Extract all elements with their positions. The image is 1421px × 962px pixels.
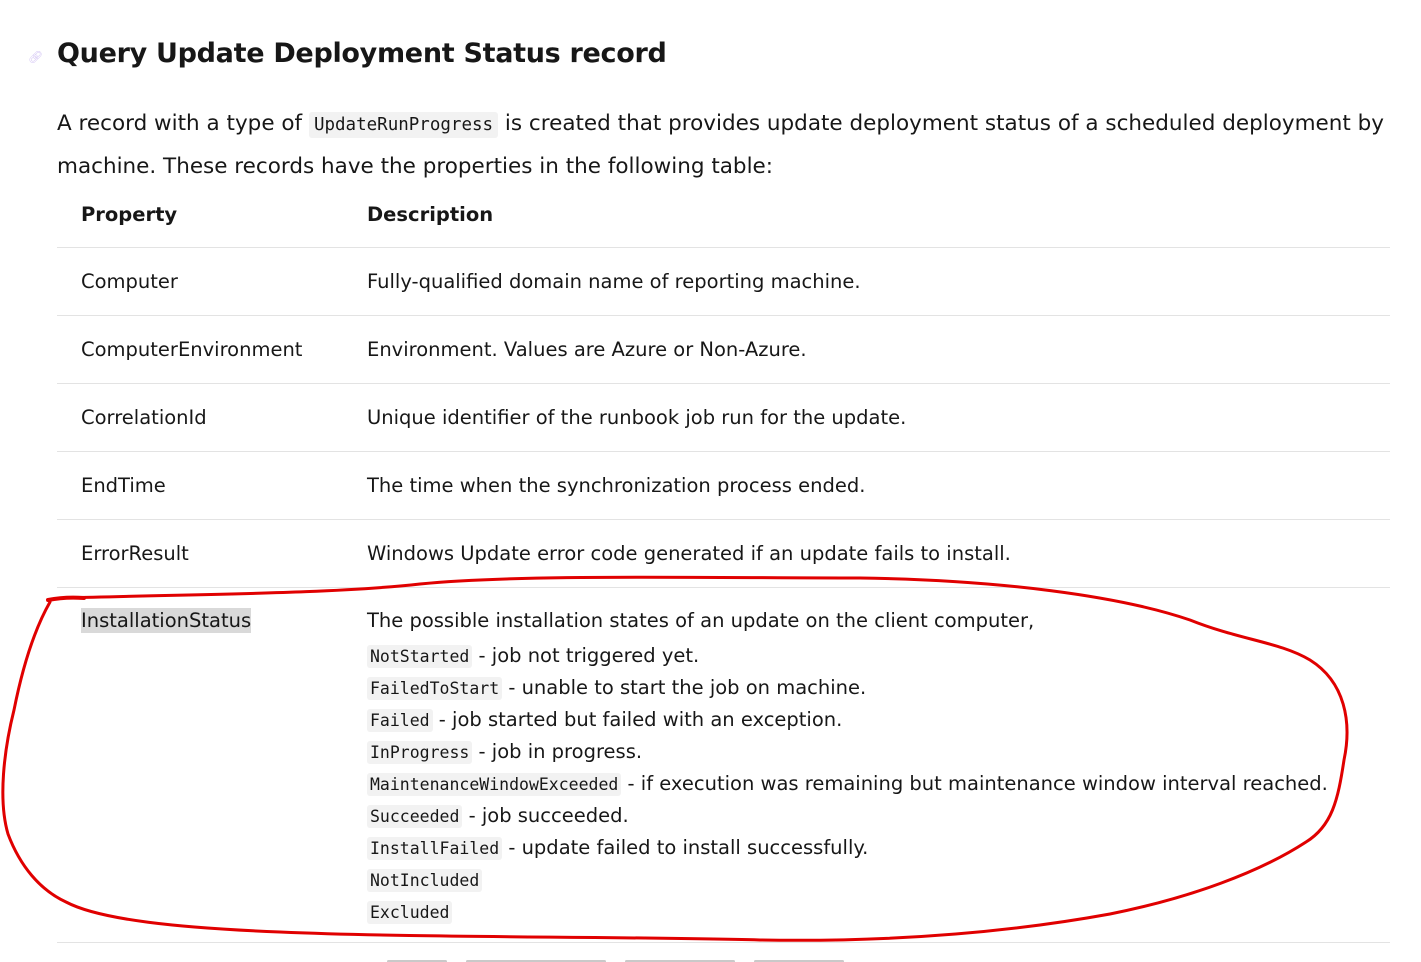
state-item: InstallFailed - update failed to install… [367, 832, 1390, 864]
state-text: - job succeeded. [462, 804, 629, 827]
state-text: - job in progress. [472, 740, 643, 763]
header-description: Description [343, 181, 1390, 248]
row-property: ErrorResult [57, 519, 343, 588]
table-row: Computer Fully-qualified domain name of … [57, 247, 1390, 316]
state-code: Excluded [367, 901, 453, 924]
table-row-installation-status: InstallationStatus The possible installa… [57, 587, 1390, 943]
table-row: ErrorResult Windows Update error code ge… [57, 519, 1390, 588]
state-code: Succeeded [367, 805, 463, 828]
row-description: Unique identifier of the runbook job run… [343, 383, 1390, 452]
state-item: MaintenanceWindowExceeded - if execution… [367, 768, 1390, 800]
state-item: FailedToStart - unable to start the job … [367, 672, 1390, 704]
state-text: - unable to start the job on machine. [502, 676, 867, 699]
states-lead: The possible installation states of an u… [367, 609, 1035, 632]
state-item: NotIncluded [367, 864, 1390, 896]
next-row-cutoff [367, 948, 1067, 962]
state-text: - if execution was remaining but mainten… [621, 772, 1328, 795]
row-property: CorrelationId [57, 383, 343, 452]
header-property: Property [57, 181, 343, 248]
state-code: FailedToStart [367, 677, 503, 700]
intro-prefix: A record with a type of [57, 111, 309, 136]
state-code: NotIncluded [367, 869, 483, 892]
state-code: NotStarted [367, 645, 473, 668]
row-description-states: The possible installation states of an u… [343, 587, 1390, 943]
state-code: Failed [367, 709, 433, 732]
row-description: Environment. Values are Azure or Non-Azu… [343, 315, 1390, 384]
state-text: - job started but failed with an excepti… [432, 708, 843, 731]
intro-code: UpdateRunProgress [308, 112, 499, 138]
properties-table: Property Description Computer Fully-qual… [57, 181, 1390, 943]
row-description: Windows Update error code generated if a… [343, 519, 1390, 588]
link-anchor-icon[interactable]: 🔗︎ [28, 50, 43, 64]
state-code: MaintenanceWindowExceeded [367, 773, 622, 796]
state-code: InProgress [367, 741, 473, 764]
row-property: EndTime [57, 451, 343, 520]
state-code: InstallFailed [367, 837, 503, 860]
docs-page: 🔗︎ Query Update Deployment Status record… [0, 0, 1421, 962]
row-property: InstallationStatus [57, 587, 343, 943]
row-property: Computer [57, 247, 343, 316]
table-header-row: Property Description [57, 181, 1390, 248]
state-text: - job not triggered yet. [472, 644, 700, 667]
section-title: Query Update Deployment Status record [57, 38, 667, 69]
table-row: EndTime The time when the synchronizatio… [57, 451, 1390, 520]
state-item: Excluded [367, 896, 1390, 928]
row-property: ComputerEnvironment [57, 315, 343, 384]
intro-paragraph: A record with a type of UpdateRunProgres… [57, 103, 1387, 187]
table-row: ComputerEnvironment Environment. Values … [57, 315, 1390, 384]
highlighted-property[interactable]: InstallationStatus [81, 608, 252, 633]
state-text: - update failed to install successfully. [502, 836, 869, 859]
state-item: Failed - job started but failed with an … [367, 704, 1390, 736]
table-row: CorrelationId Unique identifier of the r… [57, 383, 1390, 452]
state-item: Succeeded - job succeeded. [367, 800, 1390, 832]
row-description: Fully-qualified domain name of reporting… [343, 247, 1390, 316]
row-description: The time when the synchronization proces… [343, 451, 1390, 520]
state-item: InProgress - job in progress. [367, 736, 1390, 768]
state-item: NotStarted - job not triggered yet. [367, 640, 1390, 672]
